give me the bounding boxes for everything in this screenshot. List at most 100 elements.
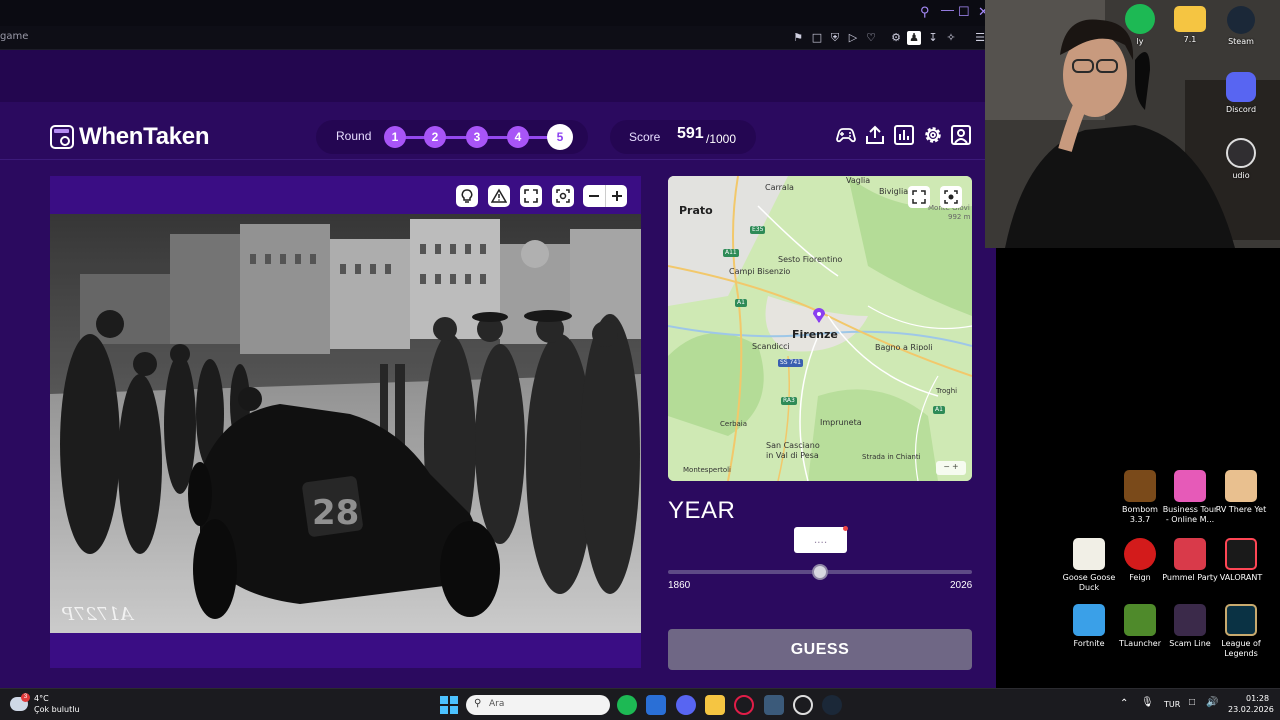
map-label-carrala: Carrala [765, 183, 794, 192]
map-label-vaglia: Vaglia [846, 176, 871, 185]
desktop-icon-business-tour[interactable]: Business Tour - Online M... [1162, 470, 1218, 525]
download-icon[interactable]: ↧ [926, 31, 940, 45]
heart-icon[interactable]: ♡ [864, 31, 878, 45]
taskbar-steam-icon[interactable] [822, 695, 842, 715]
score-box: Score 591 /1000 [610, 120, 756, 154]
map-label-sancasciano-2: in Val di Pesa [766, 451, 819, 460]
microphone-icon[interactable]: 🎙 [1141, 697, 1154, 708]
score-max: /1000 [706, 132, 737, 146]
top-band [0, 50, 996, 102]
year-slider-max: 2026 [950, 580, 973, 591]
zoom-out-icon[interactable] [583, 185, 605, 207]
zoom-in-icon[interactable] [605, 185, 627, 207]
site-header: WhenTaken Round 1 2 3 4 5 Score 591 /100… [0, 112, 996, 160]
desktop-icon-folder[interactable]: 7.1 [1162, 6, 1218, 45]
map-label-cerbaia: Cerbaia [720, 420, 748, 428]
report-icon[interactable] [488, 185, 510, 207]
start-icon[interactable] [440, 696, 458, 714]
photo-caption: A1727P [62, 604, 133, 625]
map-label-sesto: Sesto Fiorentino [778, 255, 843, 264]
snapshot-icon[interactable]: □ [810, 31, 824, 45]
desktop-icon-bombom[interactable]: Bombom 3.3.7 [1112, 470, 1168, 525]
desktop-icon-rv-there-yet[interactable]: RV There Yet [1213, 470, 1269, 515]
round-3: 3 [466, 126, 488, 148]
road-tag: A1 [933, 406, 945, 414]
extensions-icon[interactable]: ⚙ [889, 31, 903, 45]
desktop-icon-steam[interactable]: Steam [1213, 6, 1269, 47]
round-5-current: 5 [547, 124, 573, 150]
taskbar-app-icon[interactable] [764, 695, 784, 715]
historic-photo[interactable]: 28 A1727P [50, 214, 641, 633]
taskbar-folder-icon[interactable] [705, 695, 725, 715]
stats-icon[interactable] [893, 124, 915, 146]
score-label: Score [629, 130, 661, 144]
ai-icon[interactable]: ✧ [944, 31, 958, 45]
map-label-campi: Campi Bisenzio [729, 267, 791, 276]
desktop-icon-pummel-party[interactable]: Pummel Party [1162, 538, 1218, 583]
weather-desc[interactable]: Çok bulutlu [34, 705, 80, 714]
active-extension-icon[interactable]: ♟ [907, 31, 921, 45]
taskbar-spotify-icon[interactable] [617, 695, 637, 715]
round-1: 1 [384, 126, 406, 148]
road-tag: E35 [750, 226, 766, 234]
focus-icon[interactable] [552, 185, 574, 207]
desktop-icon-tlauncher[interactable]: TLauncher [1112, 604, 1168, 649]
score-value: 591 [677, 125, 704, 142]
fullscreen-icon[interactable] [520, 185, 542, 207]
taskbar-search[interactable]: ⚲ Ara [466, 695, 610, 715]
road-tag: RA3 [781, 397, 797, 405]
minimize-button[interactable]: — [941, 2, 954, 17]
taskbar: 3 4°C Çok bulutlu ⚲ Ara ⌃ 🎙 TUR □ 🔊 01:2… [0, 688, 1280, 720]
tray-language[interactable]: TUR [1164, 700, 1180, 709]
map-focus-icon[interactable] [940, 186, 962, 208]
search-icon[interactable]: ⚲ [920, 4, 930, 20]
guess-button[interactable]: GUESS [668, 629, 972, 670]
taskbar-discord-icon[interactable] [676, 695, 696, 715]
tray-chevron-icon[interactable]: ⌃ [1120, 698, 1128, 709]
taskbar-opera-icon[interactable] [734, 695, 754, 715]
gamepad-icon[interactable] [835, 124, 857, 146]
browser-window: ⚲ — ☐ ✕ game ⚑ □ ⛨ ▷ ♡ ⚙ ♟ ↧ ✧ AI ☰ When… [0, 0, 996, 688]
desktop-icon-feign[interactable]: Feign [1112, 538, 1168, 583]
desktop-icon-discord[interactable]: Discord [1213, 72, 1269, 115]
shield-icon[interactable]: ⛨ [828, 31, 842, 45]
desktop-icon-scam-line[interactable]: Scam Line [1162, 604, 1218, 649]
logo-icon[interactable] [50, 125, 74, 149]
year-indicator-dot [843, 526, 848, 531]
desktop-icon-obs[interactable]: udio [1213, 138, 1269, 181]
round-indicator: Round 1 2 3 4 5 [316, 120, 588, 154]
map-label-prato: Prato [679, 204, 713, 217]
map-label-sancasciano: San Casciano [766, 441, 820, 450]
desktop-icon-fortnite[interactable]: Fortnite [1061, 604, 1117, 649]
desktop-icon-valorant[interactable]: VALORANT [1213, 538, 1269, 583]
year-slider-thumb[interactable] [812, 564, 828, 580]
address-text[interactable]: game [0, 31, 28, 42]
map-label-strada: Strada in Chianti [862, 453, 921, 461]
desktop-icon-spotify[interactable]: ly [1112, 4, 1168, 47]
tray-time[interactable]: 01:28 [1246, 694, 1269, 703]
logo-text[interactable]: WhenTaken [79, 123, 210, 151]
weather-badge: 3 [21, 693, 30, 702]
maximize-button[interactable]: ☐ [958, 4, 970, 20]
address-bar[interactable]: game ⚑ □ ⛨ ▷ ♡ ⚙ ♟ ↧ ✧ AI ☰ [0, 26, 996, 69]
map-label-firenze: Firenze [792, 328, 838, 341]
share-icon[interactable] [864, 124, 886, 146]
gear-icon[interactable] [922, 124, 944, 146]
site: WhenTaken Round 1 2 3 4 5 Score 591 /100… [0, 50, 996, 688]
map[interactable]: Prato Carrala Vaglia Bivigliano Monte Gi… [668, 176, 972, 481]
tray-date[interactable]: 23.02.2026 [1228, 705, 1274, 714]
profile-icon[interactable] [950, 124, 972, 146]
play-icon[interactable]: ▷ [846, 31, 860, 45]
map-fullscreen-icon[interactable] [908, 186, 930, 208]
weather-temp[interactable]: 4°C [34, 694, 49, 703]
desktop-icon-league-of-legends[interactable]: League of Legends [1213, 604, 1269, 659]
volume-icon[interactable]: 🔊 [1206, 697, 1218, 708]
taskbar-outlook-icon[interactable] [646, 695, 666, 715]
taskbar-obs-icon[interactable] [793, 695, 813, 715]
hint-icon[interactable] [456, 185, 478, 207]
map-zoom-control[interactable]: − + [936, 461, 966, 475]
desktop-icon-goose-goose-duck[interactable]: Goose Goose Duck [1061, 538, 1117, 593]
pin-icon[interactable]: ⚑ [791, 31, 805, 45]
year-value-bubble: .... [794, 527, 847, 553]
network-icon[interactable]: □ [1189, 697, 1195, 708]
